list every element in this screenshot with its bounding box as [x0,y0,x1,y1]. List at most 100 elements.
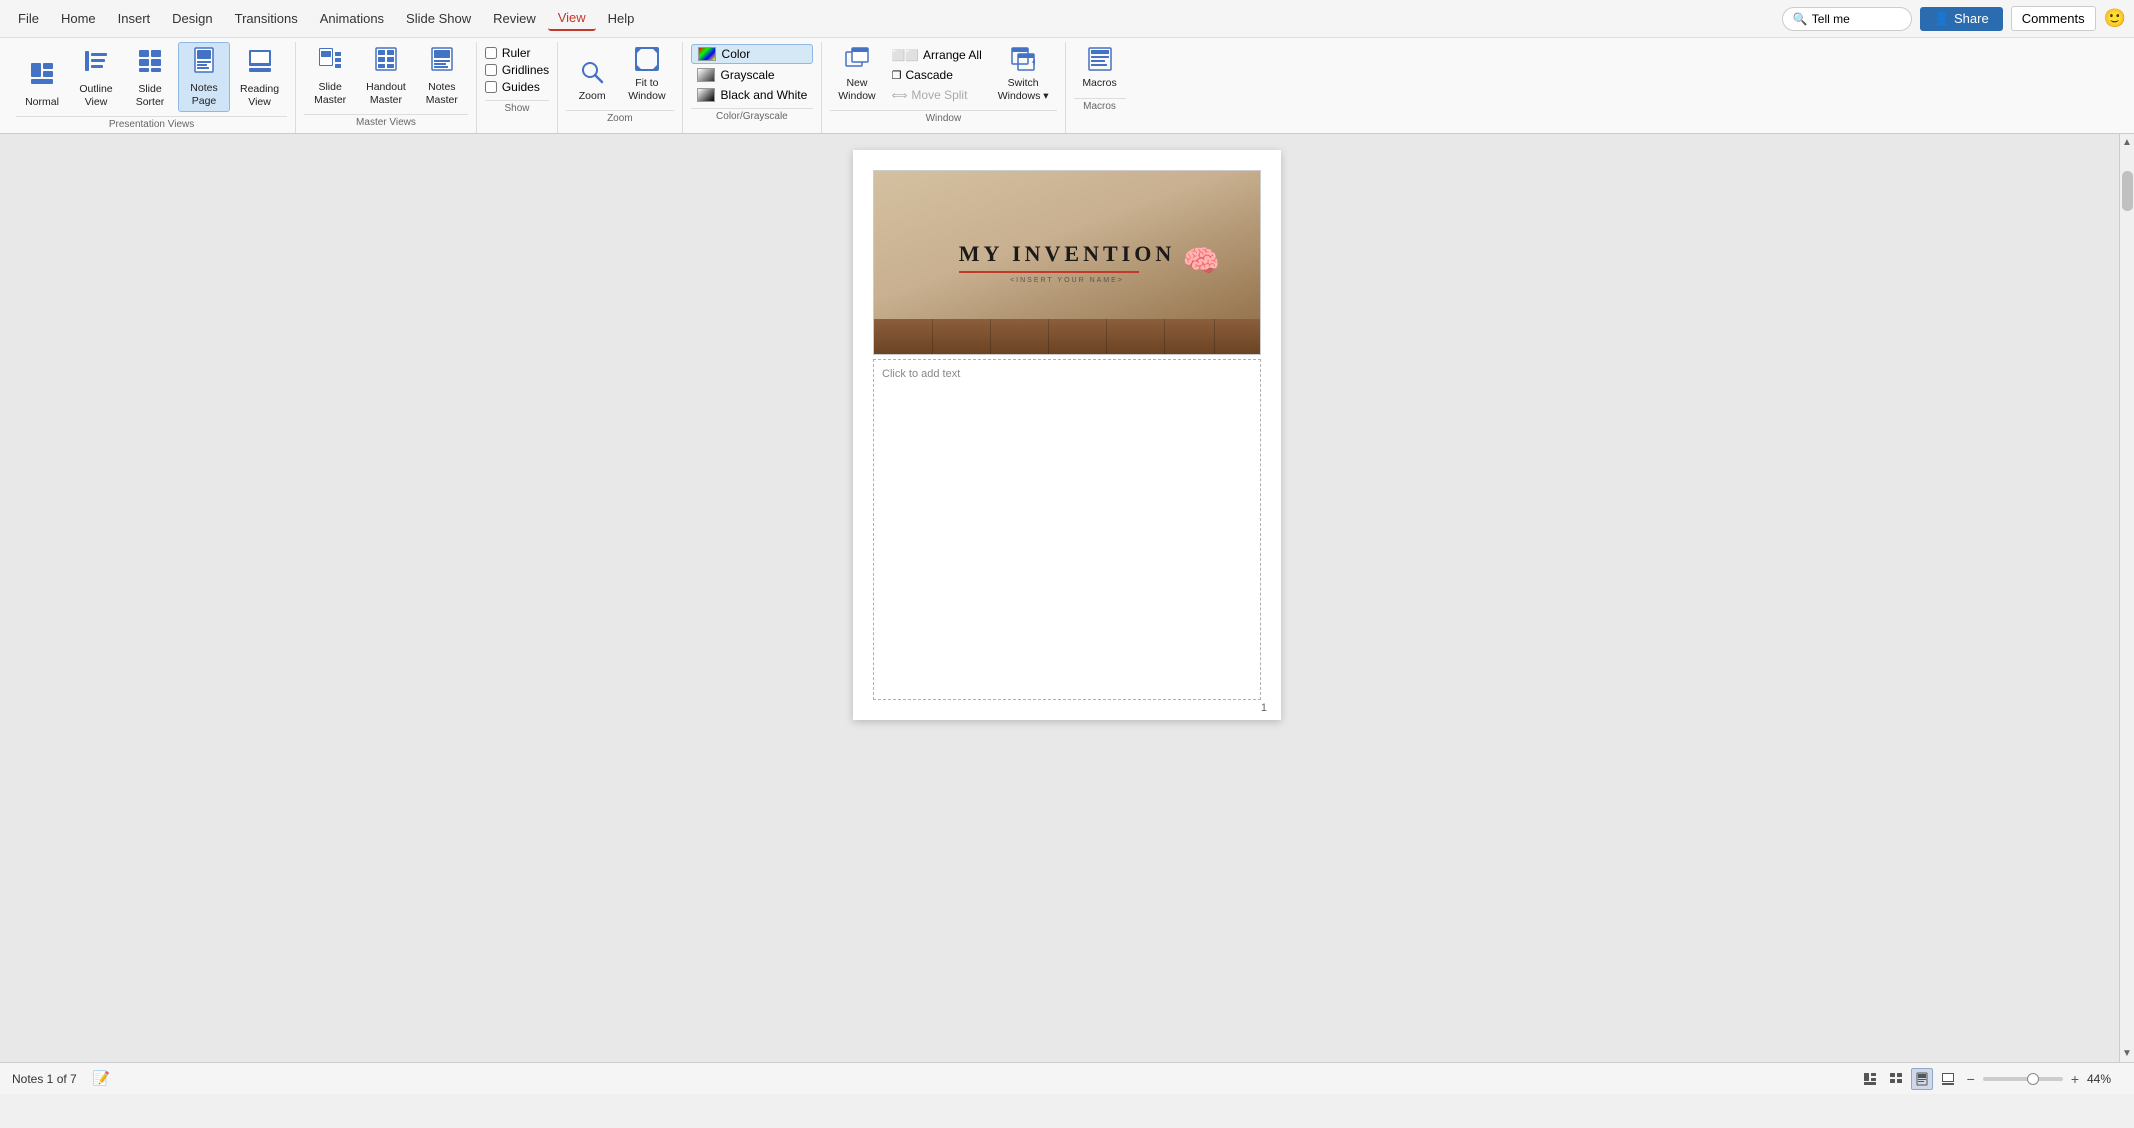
zoom-button[interactable]: Zoom [566,55,618,107]
master-views-label: Master Views [304,114,468,131]
menu-right: 🔍 Tell me 👤 Share Comments 🙂 [1782,6,2126,31]
status-normal-view-button[interactable] [1859,1068,1881,1090]
status-right: − + 44% [1859,1068,2122,1090]
menu-home[interactable]: Home [51,7,106,30]
arrange-all-button[interactable]: ⬜⬜ Arrange All [888,46,986,64]
share-label: Share [1954,11,1989,26]
fit-to-window-button[interactable]: Fit toWindow [620,42,673,106]
handout-master-button[interactable]: HandoutMaster [358,42,414,110]
guides-label: Guides [502,80,540,94]
status-slide-sorter-button[interactable] [1885,1068,1907,1090]
menu-view[interactable]: View [548,6,596,31]
status-reading-view-button[interactable] [1937,1068,1959,1090]
notes-icon[interactable]: 📝 [93,1070,110,1087]
notes-page-icon [191,47,217,80]
outline-view-label: OutlineView [79,83,112,108]
move-split-button[interactable]: ⟺ Move Split [888,86,986,104]
notes-canvas-area[interactable]: MY INVENTION <INSERT YOUR NAME> 🧠 [0,134,2134,1062]
grayscale-swatch [697,68,715,82]
notes-page-button[interactable]: NotesPage [178,42,230,112]
slide-sorter-button[interactable]: SlideSorter [124,44,176,112]
show-checks: Ruler Gridlines Guides [485,42,549,98]
comments-button[interactable]: Comments [2011,6,2096,31]
macros-button[interactable]: Macros [1074,42,1126,94]
gridlines-checkbox[interactable]: Gridlines [485,63,549,77]
grayscale-button[interactable]: Grayscale [691,66,814,84]
search-box[interactable]: 🔍 Tell me [1782,7,1912,31]
reading-view-button[interactable]: ReadingView [232,44,287,112]
presentation-views-label: Presentation Views [16,116,287,133]
macros-icon [1087,46,1113,75]
color-label: Color [722,47,751,61]
menu-design[interactable]: Design [162,7,222,30]
status-notes-page-button[interactable] [1911,1068,1933,1090]
ribbon-groups: Normal OutlineView [8,42,2126,133]
ruler-check-input[interactable] [485,47,497,59]
normal-view-button[interactable]: Normal [16,57,68,113]
zoom-icon [579,59,605,88]
slide-sorter-icon [137,48,163,81]
cascade-button[interactable]: ❐ Cascade [888,66,986,84]
normal-view-icon [29,61,55,94]
status-bar: Notes 1 of 7 📝 [0,1062,2134,1094]
notes-text-area[interactable]: Click to add text [873,359,1261,700]
slide-master-label: SlideMaster [314,81,346,106]
notes-master-button[interactable]: NotesMaster [416,42,468,110]
ruler-label: Ruler [502,46,531,60]
black-and-white-button[interactable]: Black and White [691,86,814,104]
search-icon: 🔍 [1793,12,1808,26]
floor-plank-3 [1048,319,1049,354]
zoom-thumb[interactable] [2027,1073,2039,1085]
normal-view-label: Normal [25,96,59,109]
color-swatch [698,47,716,61]
zoom-minus-button[interactable]: − [1967,1071,1975,1087]
switch-windows-icon [1010,46,1036,75]
zoom-label: Zoom [579,90,606,103]
outline-view-button[interactable]: OutlineView [70,44,122,112]
master-views-buttons: SlideMaster Handout [304,42,468,112]
brain-icon: 🧠 [1183,243,1220,278]
ruler-checkbox[interactable]: Ruler [485,46,549,60]
black-and-white-label: Black and White [721,88,808,102]
gridlines-check-input[interactable] [485,64,497,76]
macros-buttons: Macros [1074,42,1126,96]
slide-title: MY INVENTION [959,241,1175,267]
menu-help[interactable]: Help [598,7,645,30]
scrollbar-right[interactable]: ▲ ▼ [2119,134,2134,1062]
notes-master-icon [429,46,455,79]
cascade-label: Cascade [906,68,953,82]
fit-to-window-label: Fit toWindow [628,77,665,102]
scrollbar-thumb[interactable] [2122,171,2133,211]
new-window-label: NewWindow [838,77,875,102]
new-window-button[interactable]: NewWindow [830,42,883,106]
ribbon-group-zoom: Zoom Fit toWindow Zoom [558,42,682,133]
share-button[interactable]: 👤 Share [1920,7,2003,31]
new-window-icon [844,46,870,75]
menu-review[interactable]: Review [483,7,546,30]
move-split-icon: ⟺ [892,89,908,102]
switch-windows-button[interactable]: SwitchWindows ▾ [990,42,1057,106]
menu-slideshow[interactable]: Slide Show [396,7,481,30]
slide-master-icon [317,46,343,79]
menu-insert[interactable]: Insert [108,7,161,30]
slide-underline [959,271,1139,273]
cascade-icon: ❐ [892,69,902,82]
slide-master-button[interactable]: SlideMaster [304,42,356,110]
zoom-plus-button[interactable]: + [2071,1071,2079,1087]
guides-check-input[interactable] [485,81,497,93]
notes-placeholder: Click to add text [882,368,960,380]
scroll-down-arrow[interactable]: ▼ [2120,1045,2134,1062]
menu-file[interactable]: File [8,7,49,30]
color-button[interactable]: Color [691,44,814,64]
menu-transitions[interactable]: Transitions [225,7,308,30]
window-label: Window [830,110,1056,127]
guides-checkbox[interactable]: Guides [485,80,549,94]
search-placeholder: Tell me [1812,12,1850,26]
zoom-buttons: Zoom Fit toWindow [566,42,673,108]
zoom-track[interactable] [1983,1077,2063,1081]
scroll-up-arrow[interactable]: ▲ [2120,134,2134,151]
menu-animations[interactable]: Animations [310,7,394,30]
ribbon: Normal OutlineView [0,38,2134,134]
zoom-percent[interactable]: 44% [2087,1072,2122,1086]
macros-group-label: Macros [1074,98,1126,115]
